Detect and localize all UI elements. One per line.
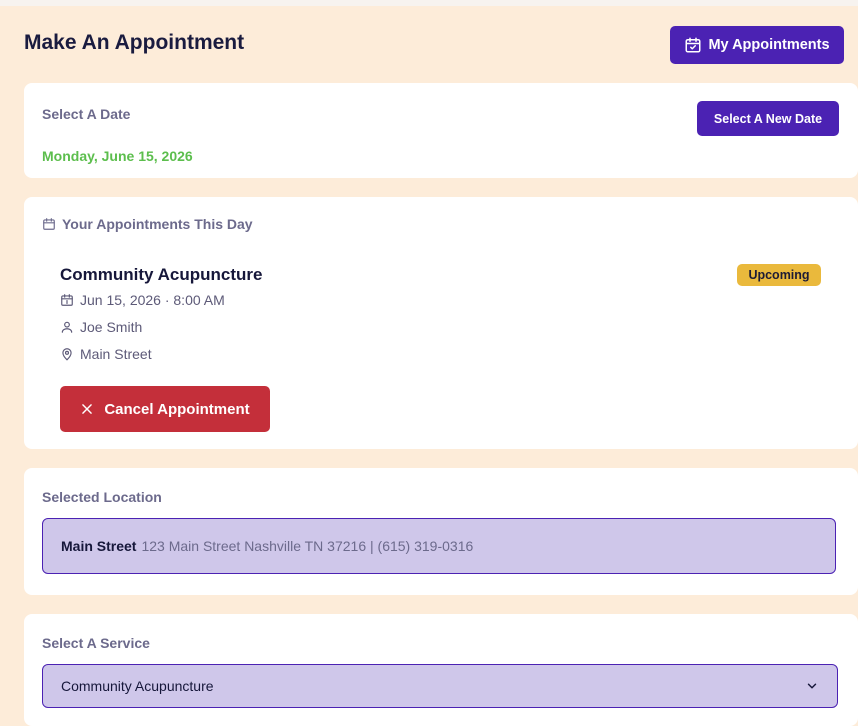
service-select[interactable]: Community Acupuncture [42, 664, 838, 708]
calendar-date-icon [61, 294, 73, 306]
top-divider [0, 0, 858, 6]
calendar-check-icon [685, 37, 701, 53]
appointment-name: Community Acupuncture [60, 265, 263, 284]
map-pin-icon [62, 348, 72, 361]
select-new-date-button[interactable]: Select A New Date [697, 101, 839, 136]
appointments-card: Your Appointments This Day Community Acu… [24, 197, 858, 449]
appointment-practitioner: Joe Smith [80, 319, 143, 335]
my-appointments-button[interactable]: My Appointments [670, 26, 844, 64]
user-icon [61, 321, 73, 333]
page: Make An Appointment My Appointments Sele… [0, 0, 858, 726]
date-card: Select A Date Select A New Date Monday, … [24, 83, 858, 178]
cancel-appointment-label: Cancel Appointment [104, 400, 250, 418]
my-appointments-label: My Appointments [708, 37, 830, 53]
appointment-datetime: Jun 15, 2026 · 8:00 AM [80, 292, 225, 308]
close-icon [82, 404, 93, 414]
appointment-datetime-row: Jun 15, 2026 · 8:00 AM [60, 292, 225, 308]
appointments-heading: Your Appointments This Day [42, 216, 253, 232]
selected-date: Monday, June 15, 2026 [42, 148, 193, 164]
chevron-down-icon [807, 683, 817, 689]
appointment-location-row: Main Street [60, 346, 152, 362]
selected-location-label: Selected Location [42, 489, 162, 505]
appointment-location: Main Street [80, 346, 152, 362]
location-details: 123 Main Street Nashville TN 37216 | (61… [141, 538, 474, 554]
select-service-label: Select A Service [42, 635, 150, 651]
status-badge: Upcoming [737, 264, 821, 286]
appointment-practitioner-row: Joe Smith [60, 319, 142, 335]
page-title: Make An Appointment [24, 31, 245, 54]
select-date-label: Select A Date [42, 106, 131, 122]
location-card: Selected Location Main Street 123 Main S… [24, 468, 858, 595]
selected-service: Community Acupuncture [61, 678, 214, 694]
service-card: Select A Service Community Acupuncture [24, 614, 858, 726]
calendar-icon [43, 218, 55, 230]
appointments-heading-text: Your Appointments This Day [62, 216, 253, 232]
selected-location-field[interactable]: Main Street 123 Main Street Nashville TN… [42, 518, 836, 574]
cancel-appointment-button[interactable]: Cancel Appointment [60, 386, 270, 432]
location-name: Main Street [61, 538, 137, 554]
